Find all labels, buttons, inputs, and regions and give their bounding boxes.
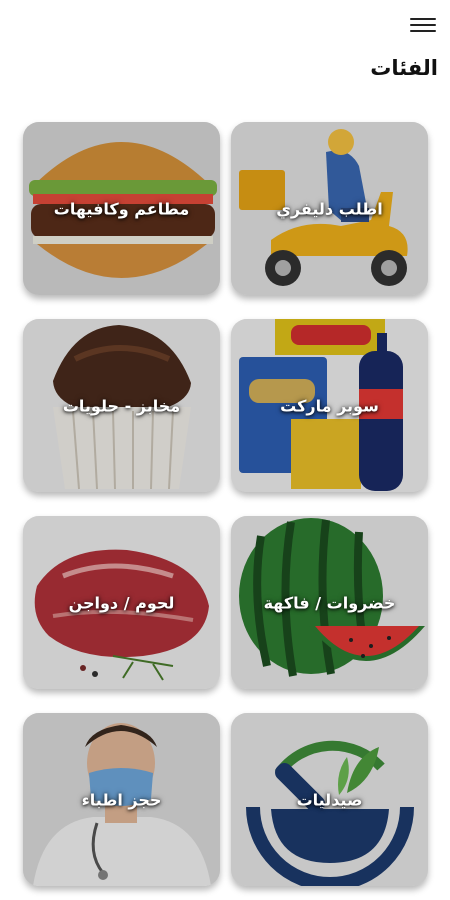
category-label: لحوم / دواجن xyxy=(68,593,175,612)
category-label: مخابز - حلويات xyxy=(62,396,181,415)
category-label: صيدليات xyxy=(296,790,363,809)
category-label: سوبر ماركت xyxy=(280,396,379,415)
category-card-meat[interactable]: لحوم / دواجن xyxy=(23,516,220,689)
category-card-vegetables[interactable]: خضروات / فاكهة xyxy=(231,516,428,689)
category-card-pharmacies[interactable]: صيدليات xyxy=(231,713,428,886)
category-card-restaurants[interactable]: مطاعم وكافيهات xyxy=(23,122,220,295)
category-label: اطلب دليفري xyxy=(276,199,383,218)
category-label: خضروات / فاكهة xyxy=(263,593,396,612)
category-label: مطاعم وكافيهات xyxy=(53,199,190,218)
category-card-delivery[interactable]: اطلب دليفري xyxy=(231,122,428,295)
category-label: حجز اطباء xyxy=(81,790,162,809)
category-card-bakeries[interactable]: مخابز - حلويات xyxy=(23,319,220,492)
category-card-supermarket[interactable]: سوبر ماركت xyxy=(231,319,428,492)
page-title: الفئات xyxy=(370,56,438,80)
category-card-doctors[interactable]: حجز اطباء xyxy=(23,713,220,886)
menu-icon[interactable] xyxy=(410,14,436,36)
categories-grid: اطلب دليفري مطاعم وكافيهات سوبر ماركت مخ… xyxy=(23,122,428,886)
